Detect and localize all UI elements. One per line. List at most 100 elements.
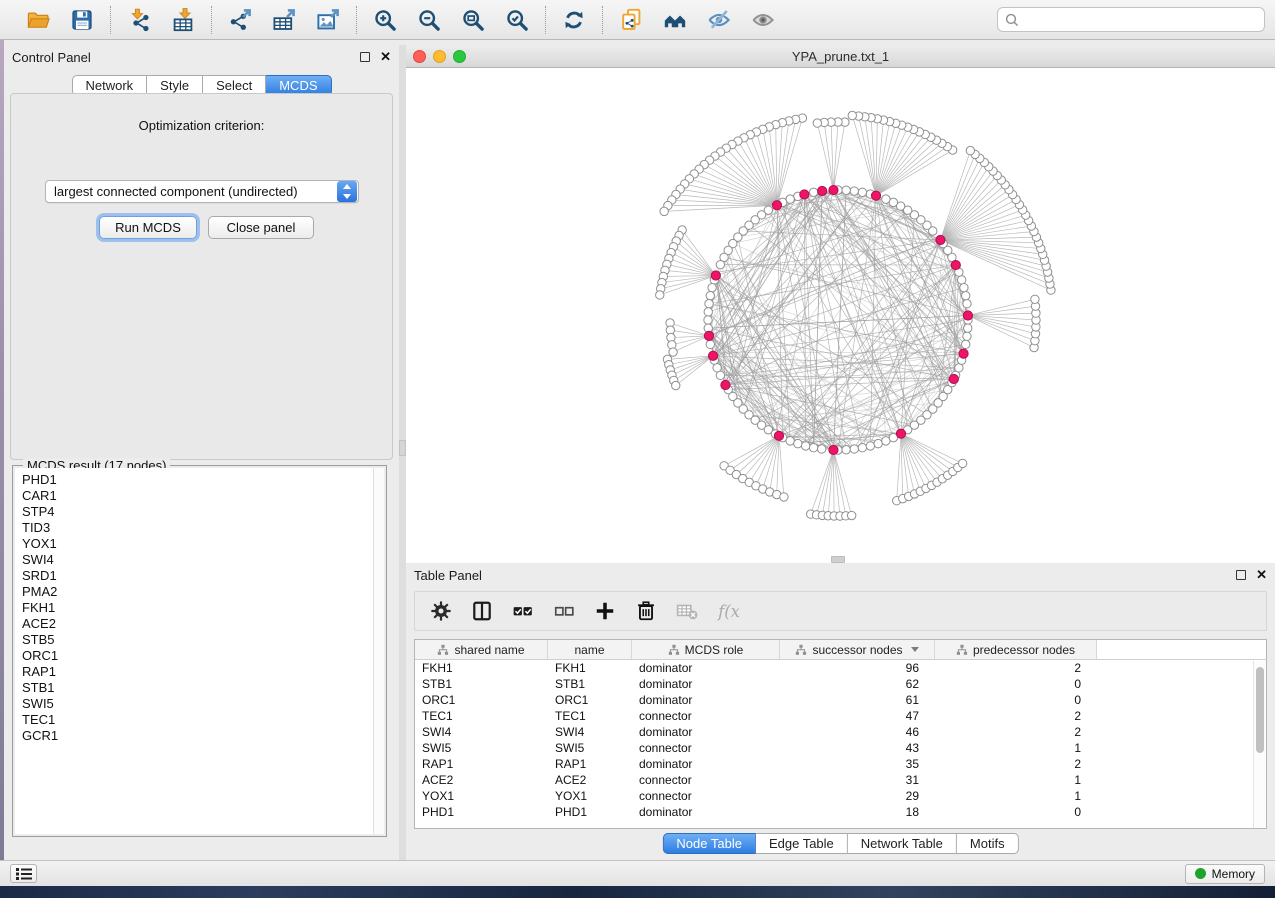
graph-dominator-node[interactable] [829, 445, 838, 454]
graph-dominator-node[interactable] [818, 186, 827, 195]
mcds-list-scrollbar[interactable] [373, 468, 384, 834]
close-panel-icon[interactable]: ✕ [380, 52, 391, 62]
mcds-result-item[interactable]: PMA2 [22, 584, 373, 600]
table-row[interactable]: PHD1PHD1dominator180 [415, 804, 1266, 820]
table-row[interactable]: FKH1FKH1dominator962 [415, 660, 1266, 676]
search-input[interactable] [1024, 13, 1257, 27]
graph-node[interactable] [963, 300, 971, 308]
graph-dominator-node[interactable] [949, 374, 958, 383]
column-header-successor-nodes[interactable]: successor nodes [780, 640, 935, 659]
sidebar-divider-grip[interactable] [399, 440, 406, 456]
mcds-result-item[interactable]: FKH1 [22, 600, 373, 616]
mcds-result-item[interactable]: CAR1 [22, 488, 373, 504]
column-header-shared-name[interactable]: shared name [415, 640, 548, 659]
graph-node[interactable] [706, 340, 714, 348]
graph-node[interactable] [716, 260, 724, 268]
mcds-result-item[interactable]: TID3 [22, 520, 373, 536]
graph-node[interactable] [960, 283, 968, 291]
show-all-button[interactable] [749, 6, 777, 34]
graph-node[interactable] [716, 371, 724, 379]
trash-button[interactable] [634, 599, 658, 623]
float-window-icon[interactable] [360, 52, 370, 62]
zoom-out-button[interactable] [415, 6, 443, 34]
search-box[interactable] [997, 7, 1265, 32]
table-tab-network-table[interactable]: Network Table [848, 833, 957, 854]
graph-node[interactable] [704, 308, 712, 316]
import-table-button[interactable] [169, 6, 197, 34]
zoom-fit-button[interactable] [459, 6, 487, 34]
show-panels-button[interactable] [10, 864, 37, 883]
graph-node[interactable] [842, 446, 850, 454]
graph-dominator-node[interactable] [721, 380, 730, 389]
close-panel-button[interactable]: Close panel [208, 216, 314, 239]
graph-node[interactable] [858, 443, 866, 451]
network-canvas[interactable] [406, 68, 1275, 562]
mcds-result-item[interactable]: RAP1 [22, 664, 373, 680]
table-row[interactable]: STB1STB1dominator620 [415, 676, 1266, 692]
open-file-button[interactable] [24, 6, 52, 34]
graph-node[interactable] [842, 186, 850, 194]
table-row[interactable]: SWI5SWI5connector431 [415, 740, 1266, 756]
column-header-MCDS-role[interactable]: MCDS role [632, 640, 780, 659]
graph-node[interactable] [818, 445, 826, 453]
mcds-result-item[interactable]: STB1 [22, 680, 373, 696]
mcds-result-item[interactable]: ACE2 [22, 616, 373, 632]
table-row[interactable]: RAP1RAP1dominator352 [415, 756, 1266, 772]
graph-node[interactable] [961, 291, 969, 299]
graph-node[interactable] [786, 437, 794, 445]
mcds-result-item[interactable]: STP4 [22, 504, 373, 520]
split-view-button[interactable] [470, 599, 494, 623]
import-network-button[interactable] [125, 6, 153, 34]
graph-leaf-node[interactable] [848, 111, 856, 119]
graph-leaf-node[interactable] [958, 459, 966, 467]
graph-leaf-node[interactable] [847, 511, 855, 519]
criterion-select[interactable]: largest connected component (undirected) [45, 180, 359, 203]
graph-node[interactable] [704, 316, 712, 324]
graph-leaf-node[interactable] [656, 291, 664, 299]
graph-dominator-node[interactable] [704, 331, 713, 340]
select-all-button[interactable] [511, 599, 535, 623]
refresh-button[interactable] [560, 6, 588, 34]
mcds-result-list[interactable]: PHD1CAR1STP4TID3YOX1SWI4SRD1PMA2FKH1ACE2… [15, 468, 373, 834]
graph-dominator-node[interactable] [963, 311, 972, 320]
mcds-result-item[interactable]: SRD1 [22, 568, 373, 584]
mcds-result-item[interactable]: PHD1 [22, 472, 373, 488]
table-tab-motifs[interactable]: Motifs [957, 833, 1019, 854]
mcds-result-item[interactable]: STB5 [22, 632, 373, 648]
table-row[interactable]: SWI4SWI4dominator462 [415, 724, 1266, 740]
graph-dominator-node[interactable] [772, 201, 781, 210]
mcds-result-item[interactable]: TEC1 [22, 712, 373, 728]
graph-node[interactable] [961, 340, 969, 348]
graph-dominator-node[interactable] [774, 431, 783, 440]
graph-dominator-node[interactable] [959, 349, 968, 358]
graph-node[interactable] [866, 442, 874, 450]
graph-node[interactable] [794, 439, 802, 447]
graph-node[interactable] [957, 276, 965, 284]
graph-node[interactable] [809, 443, 817, 451]
table-row[interactable]: ORC1ORC1dominator610 [415, 692, 1266, 708]
mcds-result-item[interactable]: SWI4 [22, 552, 373, 568]
graph-dominator-node[interactable] [936, 235, 945, 244]
table-tab-node-table[interactable]: Node Table [662, 833, 756, 854]
table-close-panel-icon[interactable]: ✕ [1256, 570, 1267, 580]
add-button[interactable] [593, 599, 617, 623]
graph-node[interactable] [963, 332, 971, 340]
table-float-window-icon[interactable] [1236, 570, 1246, 580]
graph-node[interactable] [955, 364, 963, 372]
graph-node[interactable] [850, 187, 858, 195]
graph-leaf-node[interactable] [660, 207, 668, 215]
mcds-result-item[interactable]: ORC1 [22, 648, 373, 664]
graph-node[interactable] [882, 195, 890, 203]
graph-dominator-node[interactable] [800, 190, 809, 199]
deselect-all-button[interactable] [552, 599, 576, 623]
table-row[interactable]: TEC1TEC1connector472 [415, 708, 1266, 724]
column-header-name[interactable]: name [548, 640, 632, 659]
hide-selected-button[interactable] [705, 6, 733, 34]
export-network-button[interactable] [226, 6, 254, 34]
graph-leaf-node[interactable] [669, 348, 677, 356]
table-tab-edge-table[interactable]: Edge Table [756, 833, 848, 854]
graph-dominator-node[interactable] [871, 191, 880, 200]
table-row[interactable]: YOX1YOX1connector291 [415, 788, 1266, 804]
graph-dominator-node[interactable] [829, 185, 838, 194]
graph-leaf-node[interactable] [813, 119, 821, 127]
